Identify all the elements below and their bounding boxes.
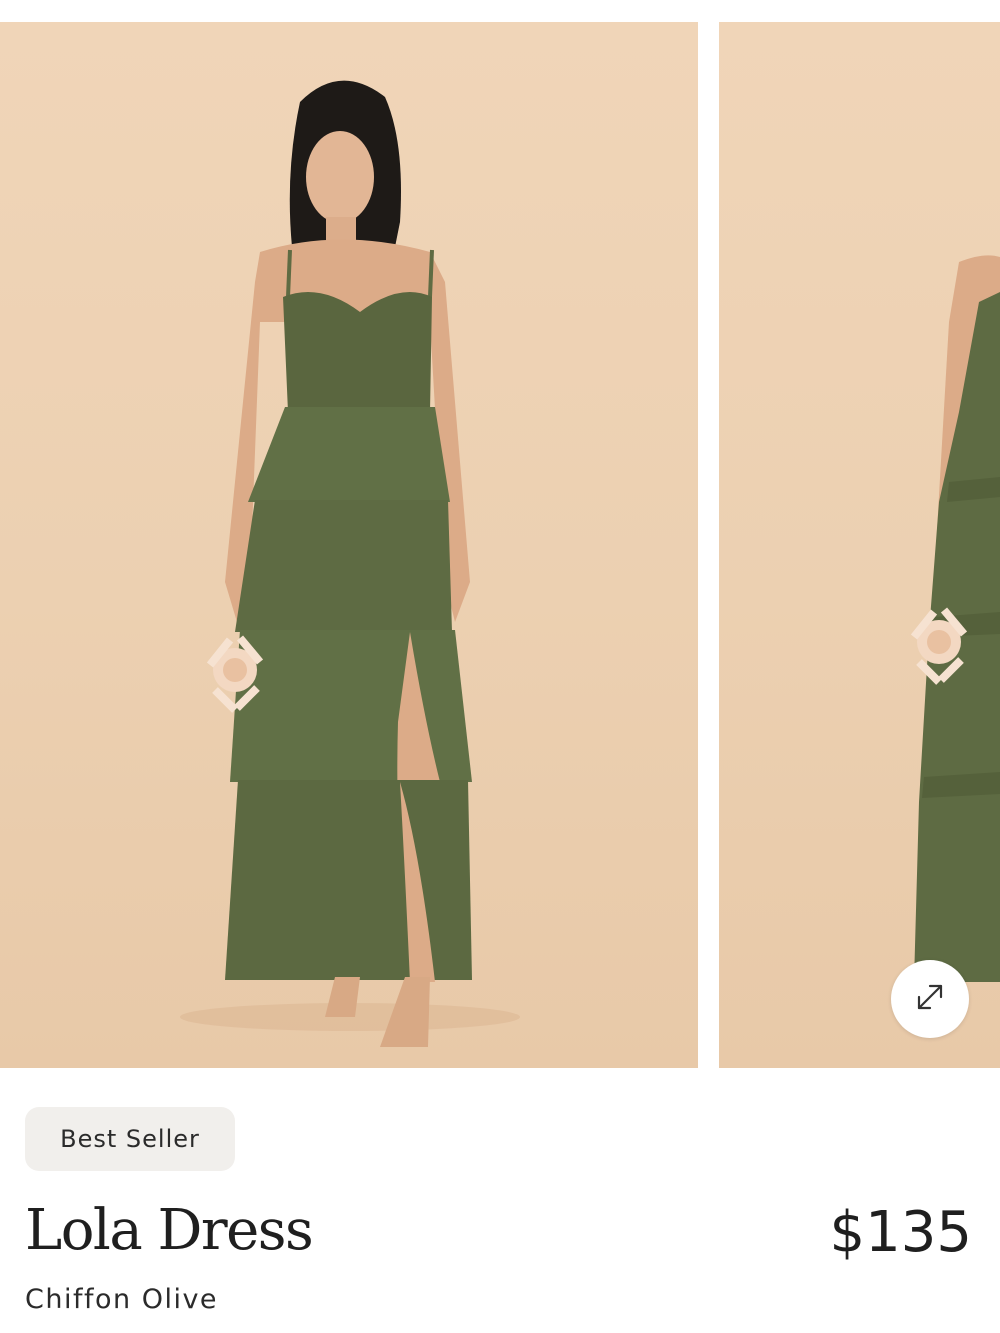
expand-arrows-icon xyxy=(910,977,950,1022)
product-photo-side[interactable] xyxy=(719,22,1000,1068)
best-seller-badge: Best Seller xyxy=(25,1107,235,1171)
expand-image-button[interactable] xyxy=(891,960,969,1038)
product-price: $135 xyxy=(829,1200,972,1265)
product-variant: Chiffon Olive xyxy=(25,1284,219,1315)
product-photo-front[interactable] xyxy=(0,22,698,1068)
product-name[interactable]: Lola Dress xyxy=(25,1198,314,1263)
product-card: Best Seller Lola Dress $135 Chiffon Oliv… xyxy=(0,0,1000,1333)
image-gallery[interactable] xyxy=(0,22,1000,1068)
